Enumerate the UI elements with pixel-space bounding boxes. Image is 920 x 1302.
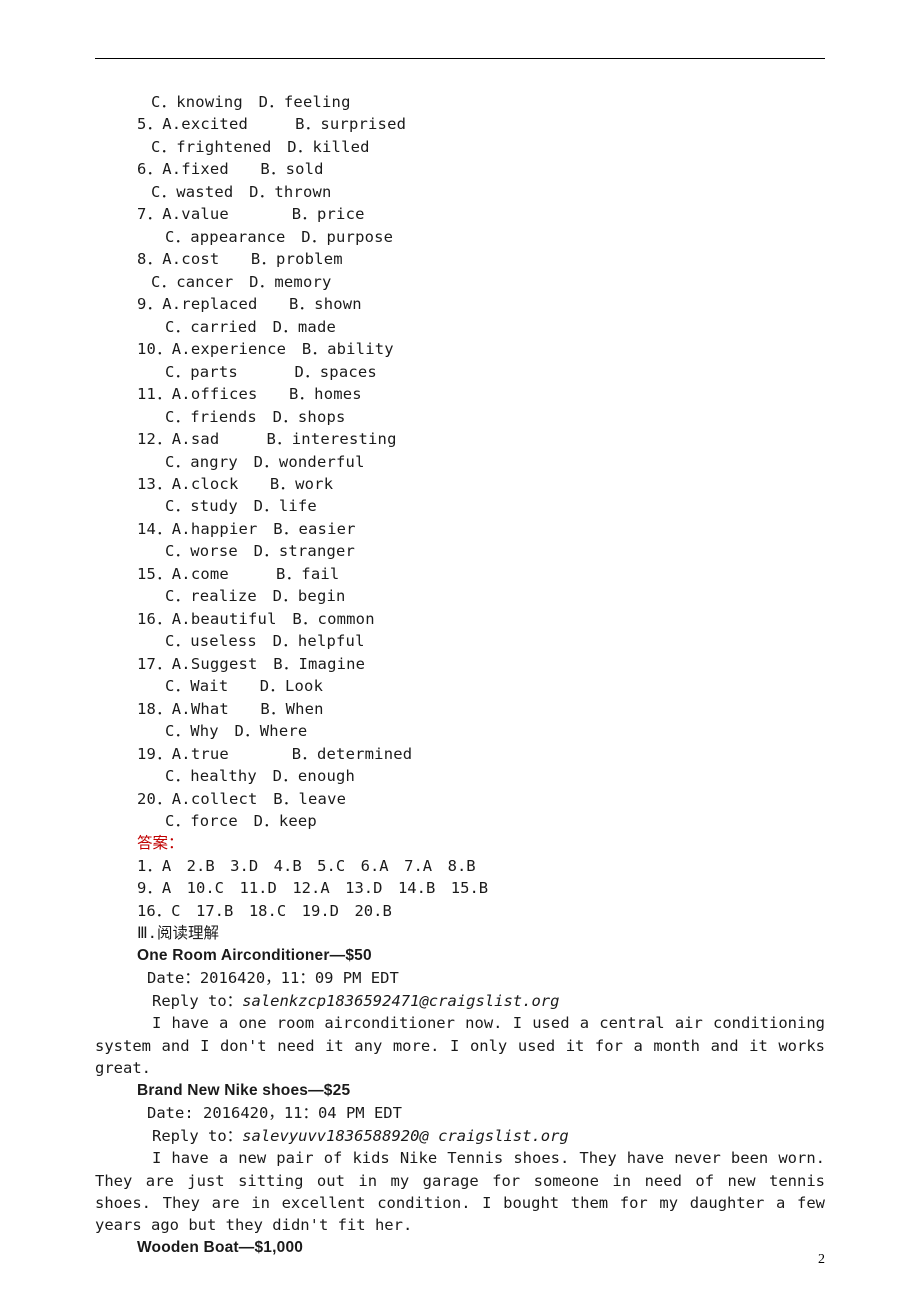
question-line: 8．A.cost B．problem bbox=[95, 248, 825, 270]
question-line: 19．A.true B．determined bbox=[95, 743, 825, 765]
question-line: 15．A.come B．fail bbox=[95, 563, 825, 585]
listing-reply-email: sale­nkzcp­1836592471@craigslist.org bbox=[242, 992, 559, 1010]
question-line: 6．A.fixed B．sold bbox=[95, 158, 825, 180]
question-line: 17．A.Suggest B．Imagine bbox=[95, 653, 825, 675]
question-line: 18．A.What B．When bbox=[95, 698, 825, 720]
question-option-line: C．friends D．shops bbox=[95, 406, 825, 428]
listing-date: Date：2016­4­20，11：09 PM EDT bbox=[95, 967, 825, 989]
question-option-line: C．carried D．made bbox=[95, 316, 825, 338]
top-rule bbox=[95, 58, 825, 59]
listings-block: One Room Air­conditioner—$50Date：2016­4­… bbox=[95, 945, 825, 1260]
question-option-line: C．angry D．wonderful bbox=[95, 451, 825, 473]
question-line: 16．A.beautiful B．common bbox=[95, 608, 825, 630]
answers-line: 9．A 10.C 11.D 12.A 13.D 14.B 15.B bbox=[95, 877, 825, 899]
answers-line: 1．A 2.B 3.D 4.B 5.C 6.A 7.A 8.B bbox=[95, 855, 825, 877]
reading-section-label: Ⅲ.阅读理解 bbox=[95, 922, 825, 944]
question-option-line: C．worse D．stranger bbox=[95, 540, 825, 562]
question-line: 5．A.excited B．surprised bbox=[95, 113, 825, 135]
question-option-line: C．realize D．begin bbox=[95, 585, 825, 607]
question-line: 11．A.offices B．homes bbox=[95, 383, 825, 405]
question-option-line: C．force D．keep bbox=[95, 810, 825, 832]
question-option-line: C．parts D．spaces bbox=[95, 361, 825, 383]
listing-title: Wooden Boat—$1,000 bbox=[95, 1237, 825, 1259]
listing-reply: Reply to：sale­nkzcp­1836592471@craigslis… bbox=[95, 990, 825, 1012]
listing-title: Brand New Nike shoes—$25 bbox=[95, 1080, 825, 1102]
question-line: 9．A.replaced B．shown bbox=[95, 293, 825, 315]
question-line: 14．A.happier B．easier bbox=[95, 518, 825, 540]
question-option-line: C．Why D．Where bbox=[95, 720, 825, 742]
question-option-line: C．knowing D．feeling bbox=[95, 91, 825, 113]
page-number: 2 bbox=[818, 1252, 825, 1268]
question-line: 12．A.sad B．interesting bbox=[95, 428, 825, 450]
listing-body: I have a one room air­conditioner now. I… bbox=[95, 1012, 825, 1079]
question-option-line: C．study D．life bbox=[95, 495, 825, 517]
question-option-line: C．Wait D．Look bbox=[95, 675, 825, 697]
document-body: C．knowing D．feeling5．A.excited B．surpris… bbox=[95, 91, 825, 1259]
question-option-line: C．cancer D．memory bbox=[95, 271, 825, 293]
question-line: 7．A.value B．price bbox=[95, 203, 825, 225]
question-line: 10．A.experience B．ability bbox=[95, 338, 825, 360]
question-option-line: C．appearance D．purpose bbox=[95, 226, 825, 248]
answers-lines: 1．A 2.B 3.D 4.B 5.C 6.A 7.A 8.B9．A 10.C … bbox=[95, 855, 825, 922]
question-line: 13．A.clock B．work bbox=[95, 473, 825, 495]
question-block: C．knowing D．feeling5．A.excited B．surpris… bbox=[95, 91, 825, 832]
question-option-line: C．useless D．helpful bbox=[95, 630, 825, 652]
question-option-line: C．healthy D．enough bbox=[95, 765, 825, 787]
question-option-line: C．wasted D．thrown bbox=[95, 181, 825, 203]
listing-title: One Room Air­conditioner—$50 bbox=[95, 945, 825, 967]
listing-reply-email: sale­vyuvv­1836588920@ craigslist.org bbox=[242, 1127, 569, 1145]
question-line: 20．A.collect B．leave bbox=[95, 788, 825, 810]
listing-reply: Reply to：sale­vyuvv­1836588920@ craigsli… bbox=[95, 1125, 825, 1147]
answers-label: 答案： bbox=[95, 832, 825, 854]
listing-date: Date: 2016­4­20，11：04 PM EDT bbox=[95, 1102, 825, 1124]
answers-line: 16．C 17.B 18.C 19.D 20.B bbox=[95, 900, 825, 922]
listing-body: I have a new pair of kids Nike Tennis sh… bbox=[95, 1147, 825, 1237]
question-option-line: C．frightened D．killed bbox=[95, 136, 825, 158]
page-container: C．knowing D．feeling5．A.excited B．surpris… bbox=[0, 0, 920, 1302]
